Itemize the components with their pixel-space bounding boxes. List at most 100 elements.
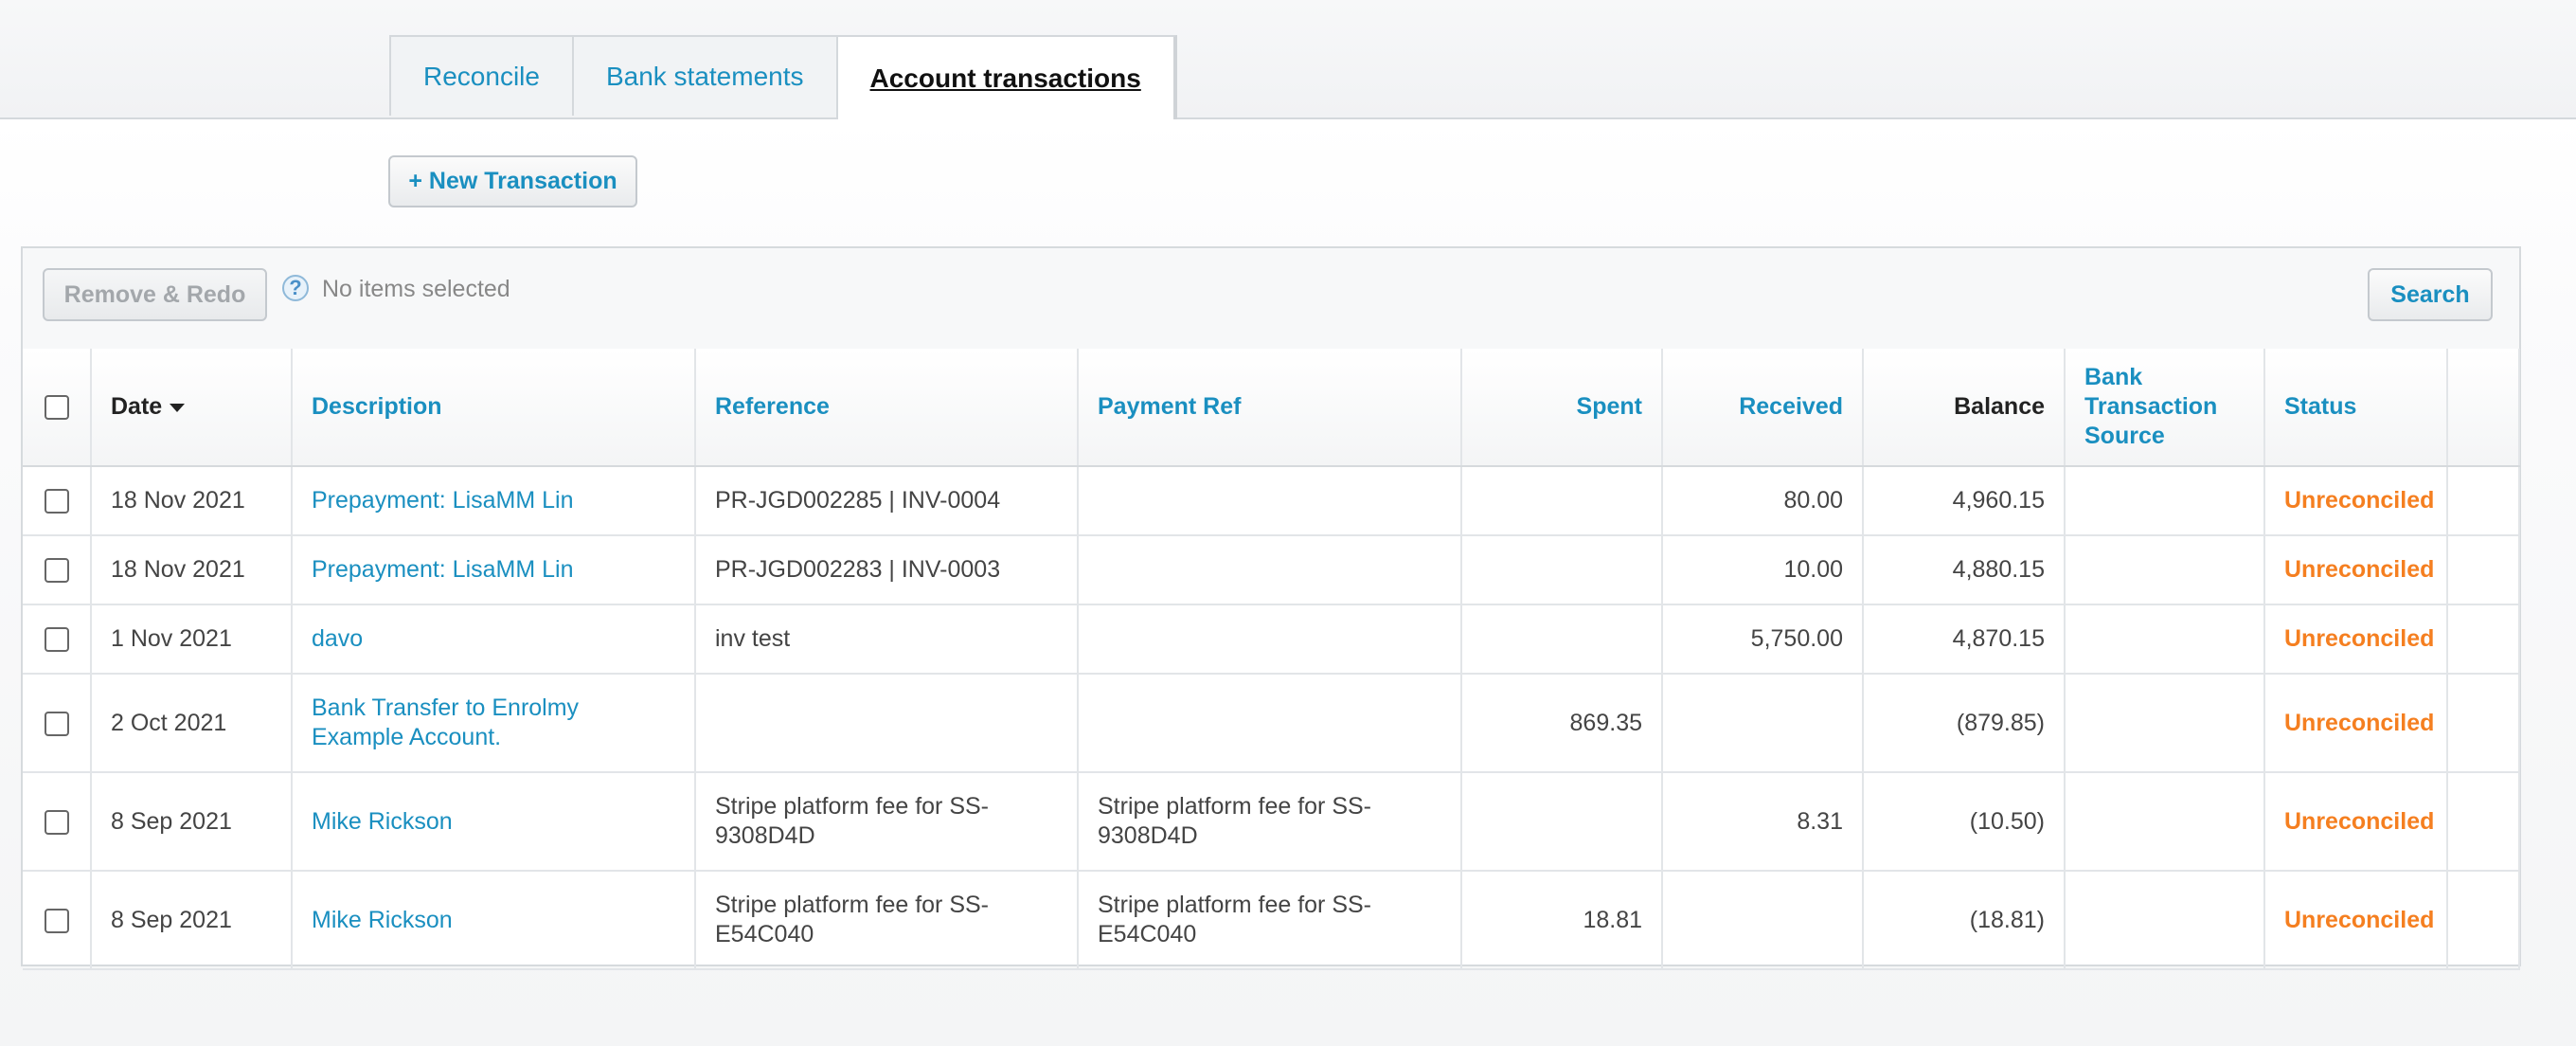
cell-spent xyxy=(1461,535,1663,605)
row-checkbox[interactable] xyxy=(44,711,69,736)
new-transaction-button[interactable]: + New Transaction xyxy=(388,155,637,207)
column-date[interactable]: Date xyxy=(91,349,293,467)
sort-desc-icon xyxy=(170,403,186,412)
column-balance: Balance xyxy=(1863,349,2066,467)
cell-received xyxy=(1662,674,1864,773)
table-row[interactable]: 2 Oct 2021 Bank Transfer to Enrolmy Exam… xyxy=(23,674,2520,773)
column-bank-source[interactable]: Bank Transaction Source xyxy=(2065,349,2265,467)
search-button[interactable]: Search xyxy=(2368,268,2493,321)
cell-reference: Stripe platform fee for SS-9308D4D xyxy=(695,772,1079,872)
main-content: + New Transaction Remove & Redo ? No ite… xyxy=(0,119,2576,1046)
cell-status: Unreconciled xyxy=(2264,535,2448,605)
cell-date: 2 Oct 2021 xyxy=(91,674,293,773)
cell-balance: (879.85) xyxy=(1863,674,2066,773)
cell-date: 18 Nov 2021 xyxy=(91,535,293,605)
row-checkbox[interactable] xyxy=(44,558,69,584)
cell-description-link[interactable]: davo xyxy=(292,604,696,675)
cell-status: Unreconciled xyxy=(2264,466,2448,536)
column-date-label: Date xyxy=(111,393,163,420)
column-description[interactable]: Description xyxy=(292,349,696,467)
cell-balance: 4,870.15 xyxy=(1863,604,2066,675)
row-checkbox[interactable] xyxy=(44,489,69,514)
remove-redo-button[interactable]: Remove & Redo xyxy=(43,268,267,321)
cell-reference: PR-JGD002283 | INV-0003 xyxy=(695,535,1079,605)
cell-spacer xyxy=(2447,535,2520,605)
column-received[interactable]: Received xyxy=(1662,349,1864,467)
cell-payment-ref xyxy=(1078,466,1462,536)
column-payment-ref[interactable]: Payment Ref xyxy=(1078,349,1462,467)
tab-bank-statements[interactable]: Bank statements xyxy=(571,35,838,116)
cell-spent xyxy=(1461,604,1663,675)
cell-date: 18 Nov 2021 xyxy=(91,466,293,536)
tab-reconcile[interactable]: Reconcile xyxy=(389,35,574,116)
cell-bank-source xyxy=(2065,466,2265,536)
cell-description-link[interactable]: Bank Transfer to Enrolmy Example Account… xyxy=(292,674,696,773)
row-select-cell xyxy=(23,466,92,536)
cell-received: 5,750.00 xyxy=(1662,604,1864,675)
help-icon[interactable]: ? xyxy=(282,275,309,301)
cell-reference: PR-JGD002285 | INV-0004 xyxy=(695,466,1079,536)
column-status[interactable]: Status xyxy=(2264,349,2448,467)
cell-status: Unreconciled xyxy=(2264,772,2448,872)
cell-bank-source xyxy=(2065,535,2265,605)
cell-reference: Stripe platform fee for SS-E54C040 xyxy=(695,871,1079,970)
cell-payment-ref xyxy=(1078,674,1462,773)
column-spent[interactable]: Spent xyxy=(1461,349,1663,467)
cell-status: Unreconciled xyxy=(2264,674,2448,773)
cell-description-link[interactable]: Prepayment: LisaMM Lin xyxy=(292,466,696,536)
table-row[interactable]: 8 Sep 2021 Mike Rickson Stripe platform … xyxy=(23,772,2520,872)
tab-account-transactions[interactable]: Account transactions xyxy=(835,35,1177,119)
cell-payment-ref: Stripe platform fee for SS-9308D4D xyxy=(1078,772,1462,872)
cell-received: 80.00 xyxy=(1662,466,1864,536)
row-select-cell xyxy=(23,772,92,872)
cell-balance: (10.50) xyxy=(1863,772,2066,872)
cell-reference xyxy=(695,674,1079,773)
tab-bar: Reconcile Bank statements Account transa… xyxy=(0,0,2576,119)
table-row[interactable]: 18 Nov 2021 Prepayment: LisaMM Lin PR-JG… xyxy=(23,466,2520,536)
cell-spent: 869.35 xyxy=(1461,674,1663,773)
cell-received xyxy=(1662,871,1864,970)
cell-spent xyxy=(1461,772,1663,872)
cell-spacer xyxy=(2447,466,2520,536)
cell-payment-ref xyxy=(1078,535,1462,605)
table-row[interactable]: 18 Nov 2021 Prepayment: LisaMM Lin PR-JG… xyxy=(23,535,2520,605)
row-select-cell xyxy=(23,604,92,675)
tabs: Reconcile Bank statements Account transa… xyxy=(389,35,1177,119)
cell-received: 8.31 xyxy=(1662,772,1864,872)
select-all-cell xyxy=(23,349,92,467)
row-select-cell xyxy=(23,871,92,970)
table-header-row: Date Description Reference Payment Ref S… xyxy=(23,349,2520,467)
table-row[interactable]: 1 Nov 2021 davo inv test 5,750.00 4,870.… xyxy=(23,604,2520,675)
transactions-table: Date Description Reference Payment Ref S… xyxy=(23,349,2520,970)
cell-description-link[interactable]: Mike Rickson xyxy=(292,871,696,970)
row-select-cell xyxy=(23,674,92,773)
cell-description-link[interactable]: Prepayment: LisaMM Lin xyxy=(292,535,696,605)
cell-spent xyxy=(1461,466,1663,536)
cell-spacer xyxy=(2447,871,2520,970)
transactions-panel: Remove & Redo ? No items selected Search… xyxy=(21,246,2521,970)
column-spacer xyxy=(2447,349,2520,467)
row-checkbox[interactable] xyxy=(44,627,69,653)
cell-spacer xyxy=(2447,604,2520,675)
cell-date: 8 Sep 2021 xyxy=(91,871,293,970)
cell-balance: 4,880.15 xyxy=(1863,535,2066,605)
cell-status: Unreconciled xyxy=(2264,871,2448,970)
cell-description-link[interactable]: Mike Rickson xyxy=(292,772,696,872)
table-row[interactable]: 8 Sep 2021 Mike Rickson Stripe platform … xyxy=(23,871,2520,970)
cell-balance: 4,960.15 xyxy=(1863,466,2066,536)
cell-reference: inv test xyxy=(695,604,1079,675)
cell-payment-ref xyxy=(1078,604,1462,675)
select-all-checkbox[interactable] xyxy=(44,395,69,421)
cell-received: 10.00 xyxy=(1662,535,1864,605)
cell-date: 1 Nov 2021 xyxy=(91,604,293,675)
cell-spacer xyxy=(2447,674,2520,773)
column-reference[interactable]: Reference xyxy=(695,349,1079,467)
cell-spacer xyxy=(2447,772,2520,872)
cell-bank-source xyxy=(2065,604,2265,675)
cell-bank-source xyxy=(2065,772,2265,872)
cell-payment-ref: Stripe platform fee for SS-E54C040 xyxy=(1078,871,1462,970)
selection-status: No items selected xyxy=(322,276,510,302)
cell-spent: 18.81 xyxy=(1461,871,1663,970)
row-checkbox[interactable] xyxy=(44,908,69,933)
row-checkbox[interactable] xyxy=(44,809,69,835)
